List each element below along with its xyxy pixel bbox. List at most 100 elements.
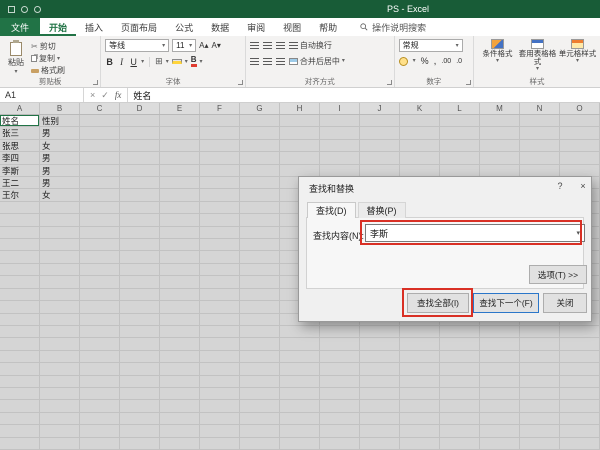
grid-cell[interactable]: [80, 127, 120, 139]
grid-cell[interactable]: [240, 438, 280, 450]
copy-button[interactable]: 复制 ▾: [31, 53, 65, 64]
grid-cell[interactable]: [120, 152, 160, 164]
grid-cell[interactable]: [40, 400, 80, 412]
grid-cell[interactable]: [440, 413, 480, 425]
grid-cell[interactable]: [280, 326, 320, 338]
grid-cell[interactable]: [320, 425, 360, 437]
grid-cell[interactable]: [520, 363, 560, 375]
grid-cell[interactable]: [440, 425, 480, 437]
grid-cell[interactable]: [280, 140, 320, 152]
grid-cell[interactable]: [240, 400, 280, 412]
undo-icon[interactable]: [21, 6, 28, 13]
column-header-N[interactable]: N: [520, 103, 560, 114]
grid-cell[interactable]: [160, 127, 200, 139]
grid-cell[interactable]: [200, 239, 240, 251]
format-painter-button[interactable]: 格式刷: [31, 65, 65, 76]
column-header-C[interactable]: C: [80, 103, 120, 114]
grid-cell[interactable]: [400, 338, 440, 350]
cut-button[interactable]: ✂ 剪切: [31, 41, 65, 52]
grid-cell[interactable]: [400, 127, 440, 139]
percent-style-button[interactable]: %: [421, 56, 429, 66]
grid-cell[interactable]: [0, 264, 40, 276]
grid-cell[interactable]: [160, 425, 200, 437]
dialog-help-icon[interactable]: ?: [551, 181, 569, 191]
grid-cell[interactable]: [400, 152, 440, 164]
grid-cell[interactable]: [360, 413, 400, 425]
grid-cell[interactable]: [160, 189, 200, 201]
grid-cell[interactable]: [480, 425, 520, 437]
grid-cell[interactable]: [80, 400, 120, 412]
column-header-O[interactable]: O: [560, 103, 600, 114]
grid-cell[interactable]: [80, 314, 120, 326]
grid-cell[interactable]: [480, 438, 520, 450]
grid-cell[interactable]: [40, 264, 80, 276]
grid-cell[interactable]: [40, 351, 80, 363]
grid-cell[interactable]: [120, 301, 160, 313]
confirm-icon[interactable]: ✓: [101, 90, 109, 101]
grid-cell[interactable]: [360, 400, 400, 412]
grid-cell[interactable]: [200, 177, 240, 189]
grid-cell[interactable]: [0, 351, 40, 363]
column-header-K[interactable]: K: [400, 103, 440, 114]
grid-cell[interactable]: [80, 264, 120, 276]
grid-cell[interactable]: 王二: [0, 177, 40, 189]
grid-cell[interactable]: [200, 413, 240, 425]
grid-cell[interactable]: [480, 338, 520, 350]
grid-cell[interactable]: [560, 338, 600, 350]
grid-cell[interactable]: [40, 438, 80, 450]
grid-cell[interactable]: [40, 338, 80, 350]
align-bottom-icon[interactable]: [276, 42, 285, 49]
grid-cell[interactable]: [80, 438, 120, 450]
close-button[interactable]: 关闭: [543, 293, 587, 313]
grid-cell[interactable]: [240, 351, 280, 363]
find-all-button[interactable]: 查找全部(I): [407, 293, 469, 313]
grid-cell[interactable]: [240, 140, 280, 152]
grid-cell[interactable]: [120, 338, 160, 350]
grid-cell[interactable]: [560, 438, 600, 450]
grid-cell[interactable]: [40, 376, 80, 388]
grid-cell[interactable]: 张思: [0, 140, 40, 152]
ribbon-tab-审阅[interactable]: 审阅: [238, 18, 274, 36]
grid-cell[interactable]: [0, 363, 40, 375]
grid-cell[interactable]: [440, 152, 480, 164]
grid-cell[interactable]: [160, 251, 200, 263]
grid-cell[interactable]: [80, 276, 120, 288]
grid-cell[interactable]: [280, 400, 320, 412]
grid-cell[interactable]: [360, 363, 400, 375]
ribbon-tab-开始[interactable]: 开始: [40, 18, 76, 36]
grid-cell[interactable]: [240, 165, 280, 177]
grid-cell[interactable]: [120, 251, 160, 263]
dialog-launcher-icon[interactable]: [387, 80, 392, 85]
comma-style-button[interactable]: ,: [434, 56, 437, 67]
grid-cell[interactable]: [0, 227, 40, 239]
grid-cell[interactable]: [80, 251, 120, 263]
grid-cell[interactable]: [120, 351, 160, 363]
grid-cell[interactable]: [440, 438, 480, 450]
grid-cell[interactable]: [120, 202, 160, 214]
grid-cell[interactable]: [200, 189, 240, 201]
grid-cell[interactable]: [200, 227, 240, 239]
grid-cell[interactable]: [400, 363, 440, 375]
grid-cell[interactable]: [240, 388, 280, 400]
grid-cell[interactable]: [80, 227, 120, 239]
align-center-icon[interactable]: [263, 58, 272, 65]
grid-cell[interactable]: 女: [40, 140, 80, 152]
grid-cell[interactable]: [360, 338, 400, 350]
grid-cell[interactable]: [0, 314, 40, 326]
dialog-launcher-icon[interactable]: [466, 80, 471, 85]
grid-cell[interactable]: [80, 388, 120, 400]
grid-cell[interactable]: [440, 363, 480, 375]
grid-cell[interactable]: [0, 301, 40, 313]
borders-button[interactable]: ⊞: [155, 56, 163, 67]
grid-cell[interactable]: [560, 425, 600, 437]
grid-cell[interactable]: [520, 351, 560, 363]
grid-cell[interactable]: [40, 413, 80, 425]
grid-cell[interactable]: [440, 400, 480, 412]
grid-cell[interactable]: [480, 115, 520, 127]
grid-cell[interactable]: [240, 227, 280, 239]
grid-cell[interactable]: [0, 425, 40, 437]
grid-cell[interactable]: [40, 202, 80, 214]
grid-cell[interactable]: [400, 425, 440, 437]
grid-cell[interactable]: [120, 239, 160, 251]
grid-cell[interactable]: [520, 438, 560, 450]
